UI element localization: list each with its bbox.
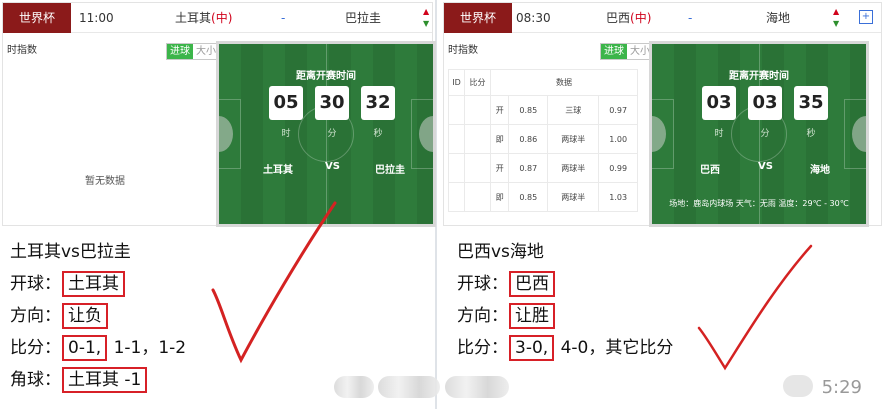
blurred-text <box>378 376 440 398</box>
match-time: 11:00 <box>79 11 114 25</box>
kickoff-line: 开球： 巴西 <box>457 268 673 300</box>
col-data: 数据 <box>490 69 638 96</box>
kickoff-value: 土耳其 <box>62 271 125 297</box>
score-main: 0-1, <box>62 335 108 361</box>
no-data-text: 暂无数据 <box>85 176 125 187</box>
corner-label: 角球： <box>10 370 61 390</box>
prediction-title: 土耳其vs巴拉圭 <box>10 242 131 262</box>
unit-hours: 时 <box>281 129 291 139</box>
odds-up-icon: ▲ <box>423 7 430 16</box>
avatar <box>783 375 813 397</box>
score-line: 比分： 3-0, 4-0，其它比分 <box>457 332 673 364</box>
goals-toggle[interactable]: 进球 大小 <box>166 43 220 60</box>
pitch-home-team: 巴西 <box>700 165 720 176</box>
table-row[interactable]: 即 0.85 两球半 1.03 <box>448 182 638 212</box>
index-section-title: 时指数 <box>448 45 478 56</box>
match-time: 08:30 <box>516 11 551 25</box>
direction-label: 方向： <box>457 306 508 326</box>
score-rest: 1-1，1-2 <box>108 338 187 358</box>
direction-line: 方向： 让胜 <box>457 300 673 332</box>
direction-label: 方向： <box>10 306 61 326</box>
match-header-row[interactable]: 世界杯 08:30 巴西(中) - 海地 ▲ ▼ + <box>444 3 881 33</box>
unit-seconds: 秒 <box>806 129 816 139</box>
score-label: 比分： <box>10 338 61 358</box>
pitch-countdown: 距离开赛时间 03 03 35 时 分 秒 巴西 VS 海地 场地：鹿岛内球场 … <box>649 41 869 227</box>
unit-seconds: 秒 <box>373 129 383 139</box>
odds-up-icon: ▲ <box>833 7 840 16</box>
away-team[interactable]: 巴拉圭 <box>345 3 381 33</box>
left-prediction: 土耳其vs巴拉圭 开球： 土耳其 方向： 让负 比分： 0-1, 1-1，1-2 角球… <box>10 236 186 396</box>
countdown-title: 距离开赛时间 <box>296 71 356 82</box>
toggle-goals[interactable]: 进球 <box>601 44 627 59</box>
neutral-tag: (中) <box>211 11 233 25</box>
timestamp: 5:29 <box>821 377 862 398</box>
index-section-title: 时指数 <box>7 45 37 56</box>
countdown-minutes: 30 <box>315 86 349 120</box>
checkmark-icon <box>697 244 813 371</box>
kickoff-label: 开球： <box>457 274 508 294</box>
pitch-away-team: 海地 <box>810 165 830 176</box>
odds-down-icon: ▼ <box>423 19 430 28</box>
col-score: 比分 <box>464 69 491 96</box>
table-row[interactable]: 开 0.85 三球 0.97 <box>448 95 638 125</box>
expand-icon[interactable]: + <box>859 10 873 24</box>
direction-value: 让负 <box>62 303 108 329</box>
score-dash: - <box>688 11 693 25</box>
blurred-text <box>445 376 509 398</box>
corner-value: 土耳其 -1 <box>62 367 148 393</box>
table-row[interactable]: 开 0.87 两球半 0.99 <box>448 153 638 183</box>
countdown-seconds: 32 <box>361 86 395 120</box>
league-tag[interactable]: 世界杯 <box>444 3 512 33</box>
league-tag[interactable]: 世界杯 <box>3 3 71 33</box>
score-line: 比分： 0-1, 1-1，1-2 <box>10 332 186 364</box>
countdown-minutes: 03 <box>748 86 782 120</box>
score-main: 3-0, <box>509 335 555 361</box>
pitch-vs: VS <box>758 161 773 172</box>
unit-minutes: 分 <box>327 129 337 139</box>
home-team[interactable]: 土耳其(中) <box>175 3 232 33</box>
left-match-panel: 世界杯 11:00 土耳其(中) - 巴拉圭 ▲ ▼ 时指数 进球 大小 暂无数… <box>0 0 437 409</box>
home-team[interactable]: 巴西(中) <box>606 3 651 33</box>
match-header-row[interactable]: 世界杯 11:00 土耳其(中) - 巴拉圭 ▲ ▼ <box>3 3 432 33</box>
col-id: ID <box>448 69 465 96</box>
unit-hours: 时 <box>714 129 724 139</box>
kickoff-label: 开球： <box>10 274 61 294</box>
pitch-away-team: 巴拉圭 <box>375 165 405 176</box>
right-match-card: 世界杯 08:30 巴西(中) - 海地 ▲ ▼ + 时指数 进球 大小 ID … <box>443 2 882 227</box>
toggle-goals[interactable]: 进球 <box>167 44 193 59</box>
score-dash: - <box>281 11 286 25</box>
odds-header-row: ID 比分 数据 <box>448 69 638 96</box>
pitch-vs: VS <box>325 161 340 172</box>
table-row[interactable]: 即 0.86 两球半 1.00 <box>448 124 638 154</box>
left-match-card: 世界杯 11:00 土耳其(中) - 巴拉圭 ▲ ▼ 时指数 进球 大小 暂无数… <box>2 2 436 227</box>
countdown-seconds: 35 <box>794 86 828 120</box>
countdown-hours: 03 <box>702 86 736 120</box>
corner-line: 角球： 土耳其 -1 <box>10 364 186 396</box>
away-team[interactable]: 海地 <box>766 3 790 33</box>
odds-down-icon: ▼ <box>833 19 840 28</box>
right-match-panel: 世界杯 08:30 巴西(中) - 海地 ▲ ▼ + 时指数 进球 大小 ID … <box>441 0 884 409</box>
prediction-title: 巴西vs海地 <box>457 242 544 262</box>
countdown-hours: 05 <box>269 86 303 120</box>
neutral-tag: (中) <box>630 11 652 25</box>
unit-minutes: 分 <box>760 129 770 139</box>
venue-info: 场地：鹿岛内球场 天气：无雨 温度：29℃ - 30℃ <box>669 199 849 208</box>
direction-line: 方向： 让负 <box>10 300 186 332</box>
countdown-title: 距离开赛时间 <box>729 71 789 82</box>
score-rest: 4-0，其它比分 <box>555 338 674 358</box>
pitch-home-team: 土耳其 <box>263 165 293 176</box>
blurred-text <box>334 376 374 398</box>
odds-table: ID 比分 数据 开 0.85 三球 0.97 即 0.86 两球半 1.00 开 0.87 两… <box>448 69 638 212</box>
kickoff-value: 巴西 <box>509 271 555 297</box>
pitch-countdown: 距离开赛时间 05 30 32 时 分 秒 土耳其 VS 巴拉圭 <box>216 41 436 227</box>
goals-toggle[interactable]: 进球 大小 <box>600 43 654 60</box>
kickoff-line: 开球： 土耳其 <box>10 268 186 300</box>
right-prediction: 巴西vs海地 开球： 巴西 方向： 让胜 比分： 3-0, 4-0，其它比分 <box>457 236 673 364</box>
direction-value: 让胜 <box>509 303 555 329</box>
score-label: 比分： <box>457 338 508 358</box>
